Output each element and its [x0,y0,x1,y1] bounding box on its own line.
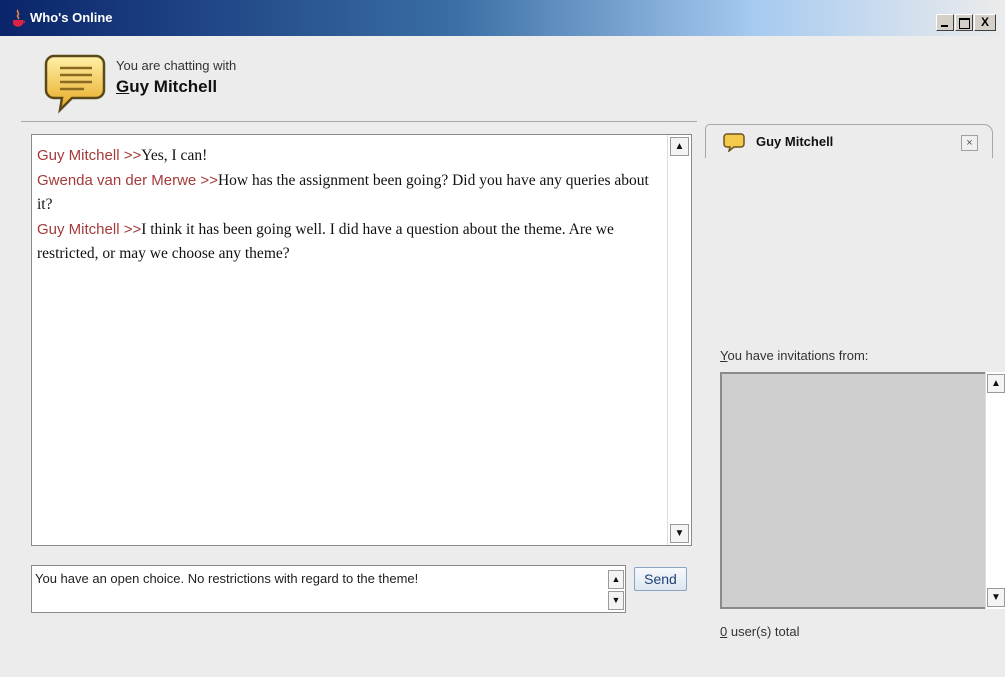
invitations-list[interactable] [720,372,1005,609]
tab-close-icon[interactable]: × [961,135,978,151]
users-total-status: 0 user(s) total [720,624,799,639]
scroll-down-arrow-icon[interactable]: ▼ [670,524,689,543]
chat-message: Gwenda van der Merwe >>How has the assig… [37,169,662,218]
message-sender: Gwenda van der Merwe >> [37,171,218,189]
input-scroll-down-icon[interactable]: ▼ [608,591,624,610]
transcript-body: Guy Mitchell >>Yes, I can! Gwenda van de… [37,144,662,267]
contact-name-rest: uy Mitchell [129,77,218,96]
java-cup-icon [13,9,25,27]
message-sender: Guy Mitchell >> [37,147,142,164]
invitations-label-rest: ou have invitations from: [727,348,869,363]
scroll-up-arrow-icon[interactable]: ▲ [670,137,689,156]
message-sender: Guy Mitchell >> [37,220,142,238]
scroll-up-arrow-icon[interactable]: ▲ [987,374,1005,393]
invitations-label: You have invitations from: [720,348,868,363]
tab-label: Guy Mitchell [756,134,834,149]
users-total-suffix: user(s) total [727,624,800,639]
title-bar[interactable]: Who's Online X [0,0,1005,36]
chat-message: Guy Mitchell >>Yes, I can! [37,144,662,169]
chat-message: Guy Mitchell >>I think it has been going… [37,218,662,267]
transcript-scrollbar[interactable]: ▲ ▼ [667,135,691,545]
whos-online-window: Who's Online X You are chatting with Guy… [0,0,1005,677]
message-input-text[interactable]: You have an open choice. No restrictions… [35,571,418,586]
chatting-with-caption: You are chatting with [116,58,237,73]
contact-name: Guy Mitchell [116,77,217,97]
message-input[interactable]: You have an open choice. No restrictions… [31,565,626,613]
maximize-button[interactable] [955,14,973,31]
send-button[interactable]: Send [634,567,687,591]
input-scroll-up-icon[interactable]: ▲ [608,570,624,589]
scroll-down-arrow-icon[interactable]: ▼ [987,588,1005,607]
header-divider [21,121,697,122]
minimize-button[interactable] [936,14,954,31]
window-title: Who's Online [30,10,113,25]
tab-guy-mitchell[interactable]: Guy Mitchell × [705,124,993,158]
chat-transcript[interactable]: Guy Mitchell >>Yes, I can! Gwenda van de… [31,134,692,546]
invitations-scrollbar[interactable]: ▲ ▼ [985,372,1005,609]
chat-bubble-icon [723,133,745,152]
message-text: Yes, I can! [141,147,208,164]
close-button[interactable]: X [974,14,996,31]
contact-name-mnemonic: G [116,77,130,96]
chat-bubble-icon [44,54,106,114]
